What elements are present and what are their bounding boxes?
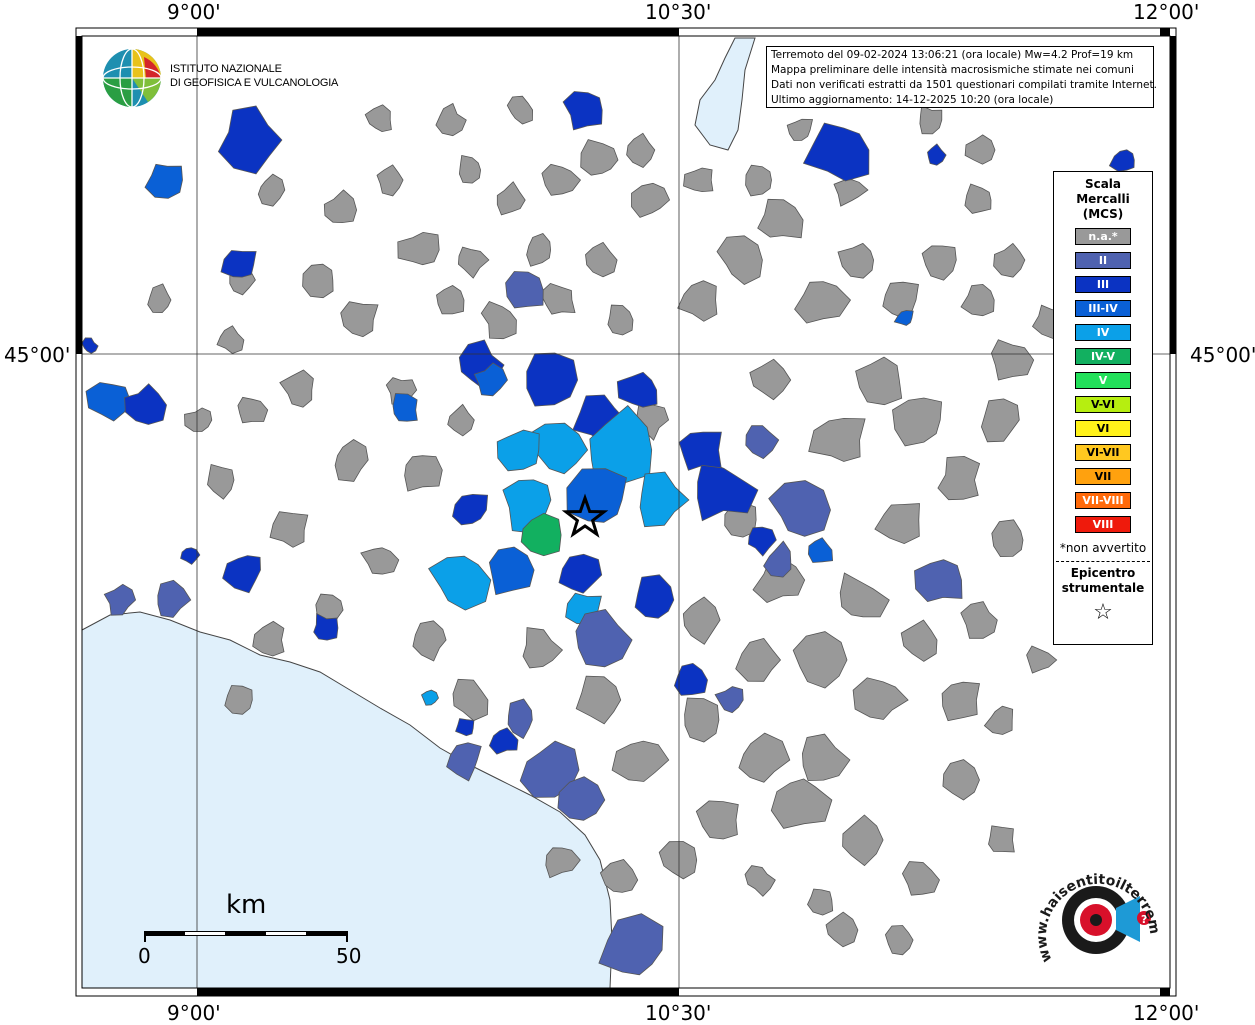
lat-label-right-45: 45°00' — [1190, 343, 1255, 367]
legend-title-line-3: (MCS) — [1082, 207, 1124, 221]
scale-bar-start: 0 — [138, 944, 151, 968]
frame-bar-bottom-right — [1160, 988, 1170, 996]
municipality-region — [941, 681, 980, 722]
lon-label-top-9: 9°00' — [167, 0, 221, 24]
event-info-box: Terremoto del 09-02-2024 13:06:21 (ora l… — [766, 46, 1157, 108]
municipality-region — [302, 263, 334, 299]
legend-separator — [1056, 561, 1150, 562]
frame-bar-top — [197, 28, 679, 36]
legend-swatch-VII: VII — [1075, 468, 1131, 485]
haisentitoilterremoto-logo: ? www.haisentitoilterremoto.it — [1030, 860, 1162, 964]
frame-bar-bottom — [197, 988, 679, 996]
scale-bar-end: 50 — [336, 944, 362, 968]
scale-bar-graphic — [144, 931, 348, 942]
legend-epicenter-label: Epicentro strumentale — [1054, 566, 1152, 596]
ingv-logo-line-2: DI GEOFISICA E VULCANOLOGIA — [170, 77, 339, 89]
municipality-region — [392, 393, 418, 422]
event-info-line-1: Terremoto del 09-02-2024 13:06:21 (ora l… — [771, 49, 1134, 61]
legend-title-line-2: Mercalli — [1076, 192, 1130, 206]
legend-swatch-VII-VIII: VII-VIII — [1075, 492, 1131, 509]
legend-note: *non avvertito — [1059, 541, 1147, 555]
legend-swatch-III: III — [1075, 276, 1131, 293]
lon-label-bottom-12: 12°00' — [1133, 1001, 1200, 1025]
legend-epicenter-line-1: Epicentro — [1070, 566, 1136, 580]
frame-bar-right — [1170, 36, 1176, 354]
legend-swatches: n.a.* II III III-IV IV IV-V V V-VI VI VI-VII VII VI… — [1054, 228, 1152, 533]
legend-swatch-VIII: VIII — [1075, 516, 1131, 533]
event-info-line-2: Mappa preliminare delle intensità macros… — [771, 64, 1134, 76]
legend-swatch-VI-VII: VI-VII — [1075, 444, 1131, 461]
ingv-logo-line-1: ISTITUTO NAZIONALE — [170, 63, 282, 75]
municipality-region — [404, 455, 443, 492]
lat-label-left-45: 45°00' — [4, 343, 71, 367]
legend-swatch-III-IV: III-IV — [1075, 300, 1131, 317]
event-info-line-3: Dati non verificati estratti da 1501 que… — [771, 79, 1157, 91]
legend-swatch-VI: VI — [1075, 420, 1131, 437]
municipality-region — [684, 697, 720, 743]
lon-label-top-10-30: 10°30' — [645, 0, 712, 24]
scale-bar: km 0 50 — [120, 890, 380, 970]
legend-epicenter-line-2: strumentale — [1061, 581, 1145, 595]
legend-swatch-V: V — [1075, 372, 1131, 389]
legend-title: Scala Mercalli (MCS) — [1054, 177, 1152, 222]
frame-bar-top-right — [1160, 28, 1170, 36]
ingv-logo-text: ISTITUTO NAZIONALE DI GEOFISICA E VULCAN… — [170, 62, 338, 90]
legend-swatch-II: II — [1075, 252, 1131, 269]
municipality-region — [988, 825, 1015, 853]
lon-label-bottom-10-30: 10°30' — [645, 1001, 712, 1025]
legend-swatch-n-a: n.a.* — [1075, 228, 1131, 245]
municipality-region — [566, 468, 627, 523]
legend-swatch-V-VI: V-VI — [1075, 396, 1131, 413]
legend-title-line-1: Scala — [1084, 177, 1122, 191]
legend-swatch-IV-V: IV-V — [1075, 348, 1131, 365]
event-info-line-4: Ultimo aggiornamento: 14-12-2025 10:20 (… — [771, 94, 1054, 106]
lon-label-top-12: 12°00' — [1133, 0, 1200, 24]
lon-label-bottom-9: 9°00' — [167, 1001, 221, 1025]
frame-bar-left — [76, 36, 82, 354]
municipality-region — [505, 271, 544, 309]
legend-swatch-IV: IV — [1075, 324, 1131, 341]
scale-bar-unit: km — [226, 890, 267, 920]
intensity-legend: Scala Mercalli (MCS) n.a.* II III III-IV IV I… — [1053, 171, 1153, 645]
legend-epicenter-star-icon: ☆ — [1093, 600, 1113, 625]
